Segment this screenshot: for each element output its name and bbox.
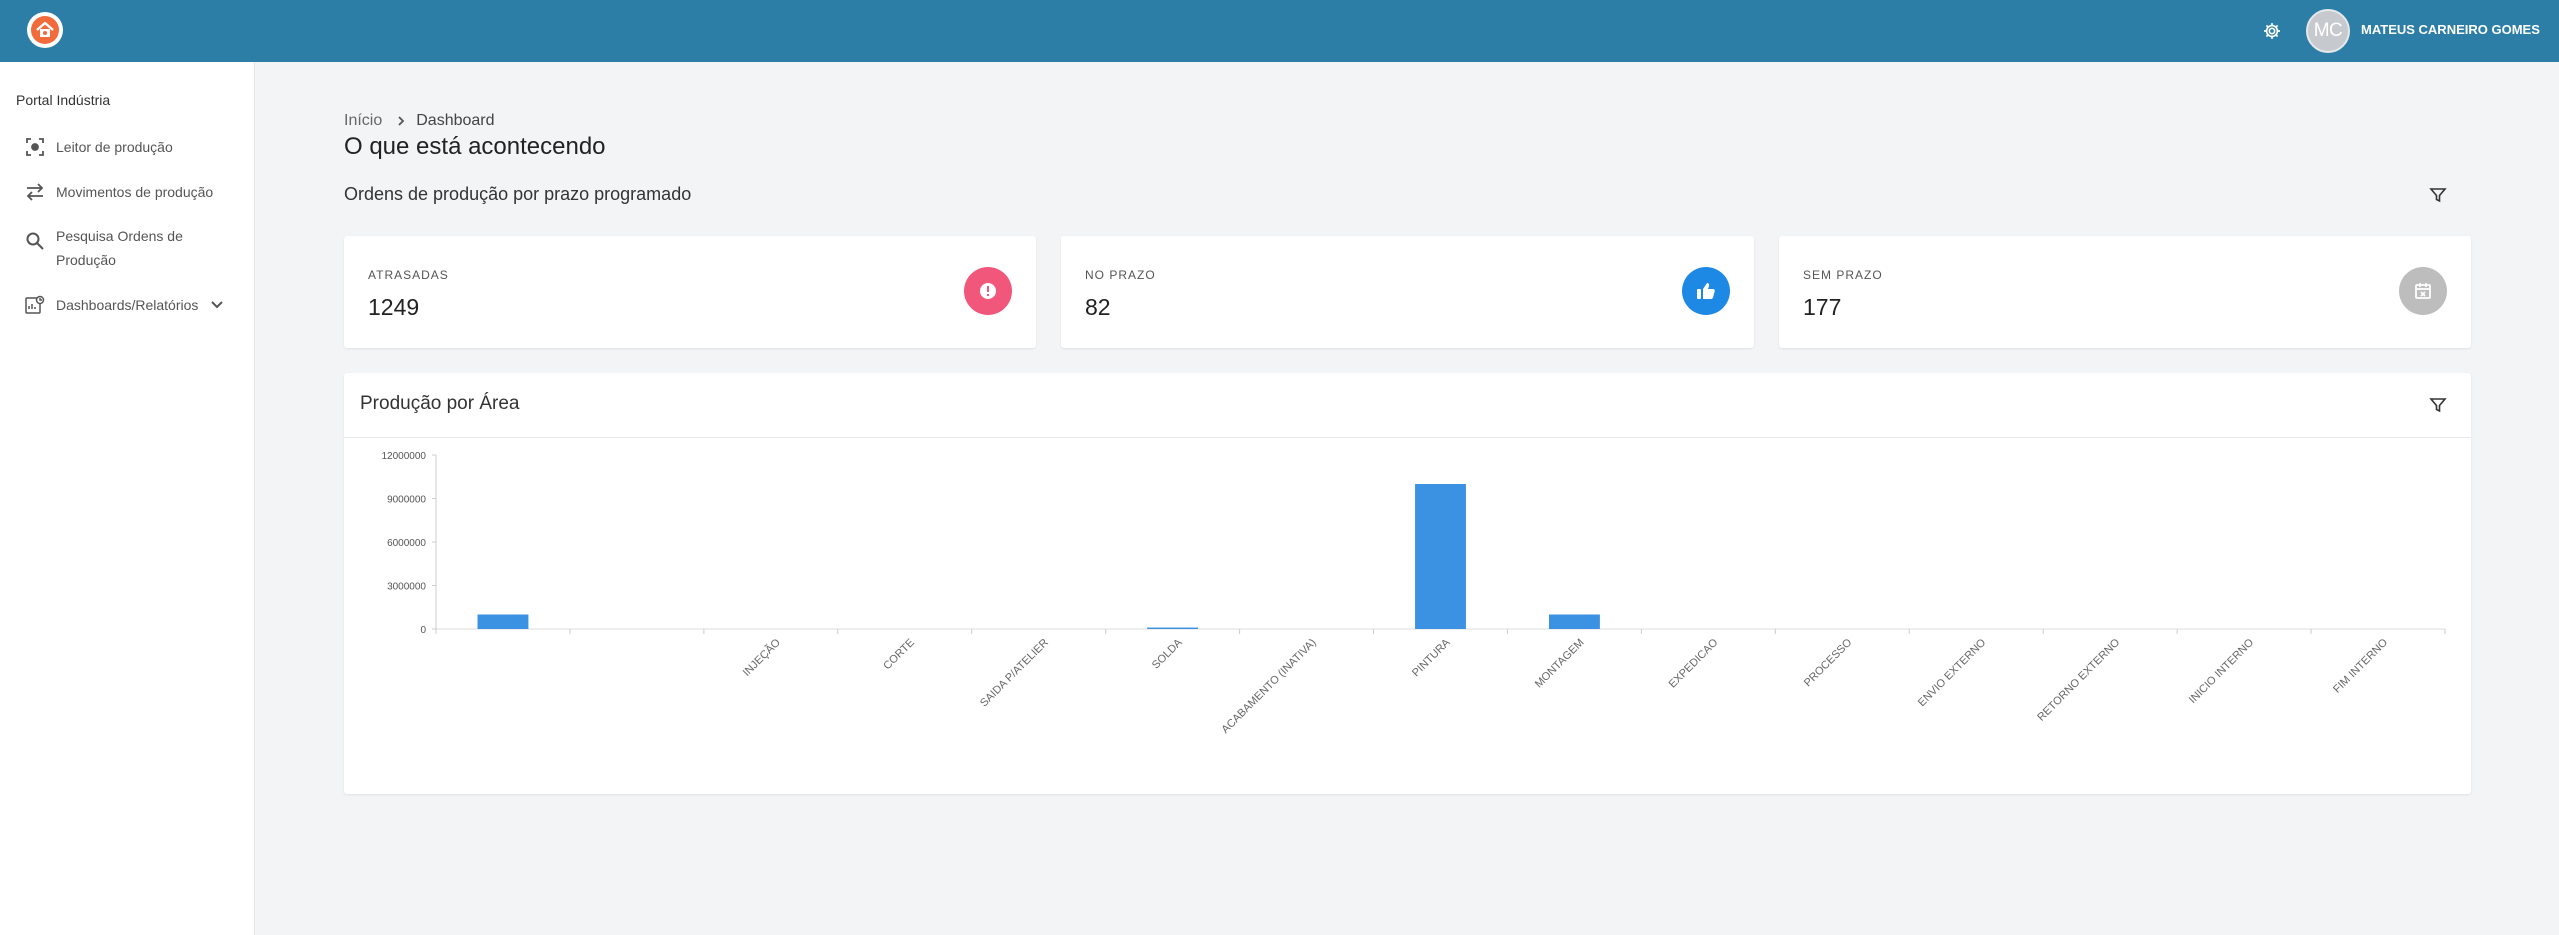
alert-icon	[964, 267, 1012, 315]
bar	[1548, 614, 1600, 629]
sidebar: Portal Indústria Leitor de produção Movi…	[0, 62, 255, 935]
user-name[interactable]: MATEUS CARNEIRO GOMES	[2361, 22, 2540, 37]
gear-icon[interactable]	[2259, 18, 2285, 44]
sidebar-item-label: Pesquisa Ordens de Produção	[56, 228, 183, 268]
chevron-down-icon[interactable]	[210, 293, 224, 317]
x-tick-label: PINTURA	[1410, 636, 1453, 679]
bar	[1415, 484, 1466, 629]
search-icon	[24, 230, 46, 252]
chart-card-title: Produção por Área	[360, 393, 520, 414]
card-value: 82	[1085, 294, 1111, 320]
y-tick-label: 3000000	[387, 582, 426, 593]
card-label: SEM PRAZO	[1803, 268, 1883, 282]
y-tick-label: 0	[420, 625, 426, 636]
x-tick-label: ENVIO EXTERNO	[1916, 636, 1989, 709]
chart-card: Produção por Área 12000000 9000000 6000000…	[344, 373, 2471, 794]
x-tick-label: CORTE	[881, 637, 917, 673]
home-logo-icon[interactable]	[27, 12, 63, 48]
sidebar-item-leitor[interactable]: Leitor de produção	[24, 135, 173, 159]
dashboard-report-icon	[24, 294, 46, 316]
x-tick-label: SOLDA	[1150, 636, 1185, 671]
sidebar-item-label: Dashboards/Relatórios	[56, 297, 199, 313]
card-value: 1249	[368, 294, 420, 320]
card-atrasadas: ATRASADAS 1249	[344, 236, 1036, 348]
sidebar-item-dashboards[interactable]: Dashboards/Relatórios	[24, 293, 224, 317]
y-tick-label: 6000000	[387, 538, 426, 549]
sidebar-title: Portal Indústria	[16, 92, 111, 108]
card-label: ATRASADAS	[368, 268, 449, 282]
sidebar-item-label: Movimentos de produção	[56, 184, 214, 200]
thumbs-up-icon	[1682, 267, 1730, 315]
breadcrumb-home[interactable]: Início	[344, 112, 382, 130]
x-tick-label: SAIDA P/ATELIER	[978, 637, 1051, 710]
y-tick-label: 9000000	[387, 495, 426, 506]
card-label: NO PRAZO	[1085, 268, 1156, 282]
x-tick-label: RETORNO EXTERNO	[2035, 636, 2122, 723]
breadcrumb: Início Dashboard	[344, 112, 495, 130]
scanner-icon	[24, 136, 46, 158]
filter-icon[interactable]	[2424, 391, 2452, 419]
card-no-prazo: NO PRAZO 82	[1061, 236, 1754, 348]
x-tick-label: EXPEDICAO	[1667, 636, 1721, 690]
card-value: 177	[1803, 294, 1842, 320]
sidebar-item-movimentos[interactable]: Movimentos de produção	[24, 180, 213, 204]
calendar-icon	[2399, 267, 2447, 315]
breadcrumb-current: Dashboard	[416, 112, 495, 129]
swap-arrows-icon	[24, 181, 46, 203]
avatar[interactable]: MC	[2306, 9, 2350, 53]
bar	[1147, 627, 1199, 629]
bar	[477, 614, 529, 629]
section-title: Ordens de produção por prazo programado	[344, 184, 692, 204]
chevron-right-icon	[396, 115, 406, 127]
x-tick-label: INJEÇÃO	[740, 636, 783, 679]
sidebar-item-label: Leitor de produção	[56, 139, 173, 155]
page-title: O que está acontecendo	[344, 133, 606, 160]
filter-icon[interactable]	[2424, 181, 2452, 209]
x-tick-label: INICIO INTERNO	[2187, 636, 2257, 706]
card-sem-prazo: SEM PRAZO 177	[1779, 236, 2471, 348]
sidebar-item-pesquisa[interactable]: Pesquisa Ordens de Produção	[24, 224, 214, 272]
bar-chart: 12000000 9000000 6000000 3000000 0 INJEÇÃO COR…	[382, 451, 2446, 736]
chart-header: Produção por Área	[344, 373, 2471, 438]
x-tick-label: ACABAMENTO (INATIVA)	[1219, 637, 1318, 736]
x-tick-label: MONTAGEM	[1533, 637, 1587, 691]
x-tick-label: PROCESSO	[1802, 636, 1855, 689]
top-bar: MC MATEUS CARNEIRO GOMES	[0, 0, 2559, 62]
x-tick-label: FIM INTERNO	[2331, 636, 2390, 695]
y-tick-label: 12000000	[382, 451, 427, 462]
